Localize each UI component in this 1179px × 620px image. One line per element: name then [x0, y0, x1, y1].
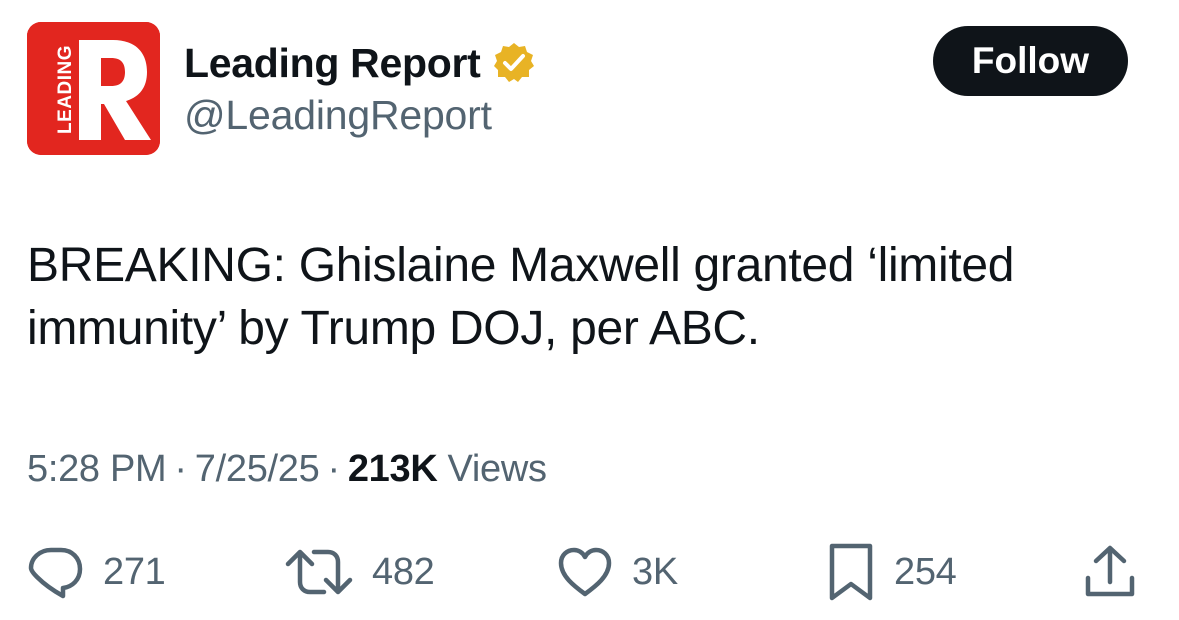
author-name-row: Leading Report [184, 36, 536, 90]
views-label: Views [447, 448, 547, 490]
reply-button[interactable]: 271 [27, 540, 166, 604]
separator-dot: · [327, 448, 340, 490]
verified-badge-icon [492, 41, 536, 85]
heart-icon [558, 547, 612, 597]
separator-dot: · [174, 448, 187, 490]
action-bar: 271 482 3K 254 [0, 540, 1179, 604]
repost-button[interactable]: 482 [284, 540, 435, 604]
bookmark-icon [829, 543, 873, 601]
repost-count: 482 [372, 550, 435, 593]
bookmark-button[interactable]: 254 [826, 540, 957, 604]
views-count[interactable]: 213K [348, 448, 438, 491]
reply-count: 271 [103, 550, 166, 593]
like-button[interactable]: 3K [556, 540, 678, 604]
avatar[interactable]: LEADING [27, 22, 160, 155]
share-icon [1085, 545, 1135, 597]
account-handle[interactable]: @LeadingReport [184, 92, 492, 139]
svg-text:LEADING: LEADING [55, 45, 76, 134]
display-name[interactable]: Leading Report [184, 40, 481, 87]
like-count: 3K [632, 550, 678, 593]
bookmark-count: 254 [894, 550, 957, 593]
leading-report-logo: LEADING [27, 22, 160, 155]
reply-icon [28, 547, 83, 599]
share-button[interactable] [1080, 540, 1140, 604]
follow-button[interactable]: Follow [933, 26, 1128, 96]
tweet-text: BREAKING: Ghislaine Maxwell granted ‘lim… [27, 239, 1015, 355]
tweet-date[interactable]: 7/25/25 [195, 448, 320, 491]
tweet-time[interactable]: 5:28 PM [27, 448, 167, 491]
repost-icon [285, 549, 353, 595]
tweet-metadata: 5:28 PM · 7/25/25 · 213K Views [27, 448, 547, 491]
